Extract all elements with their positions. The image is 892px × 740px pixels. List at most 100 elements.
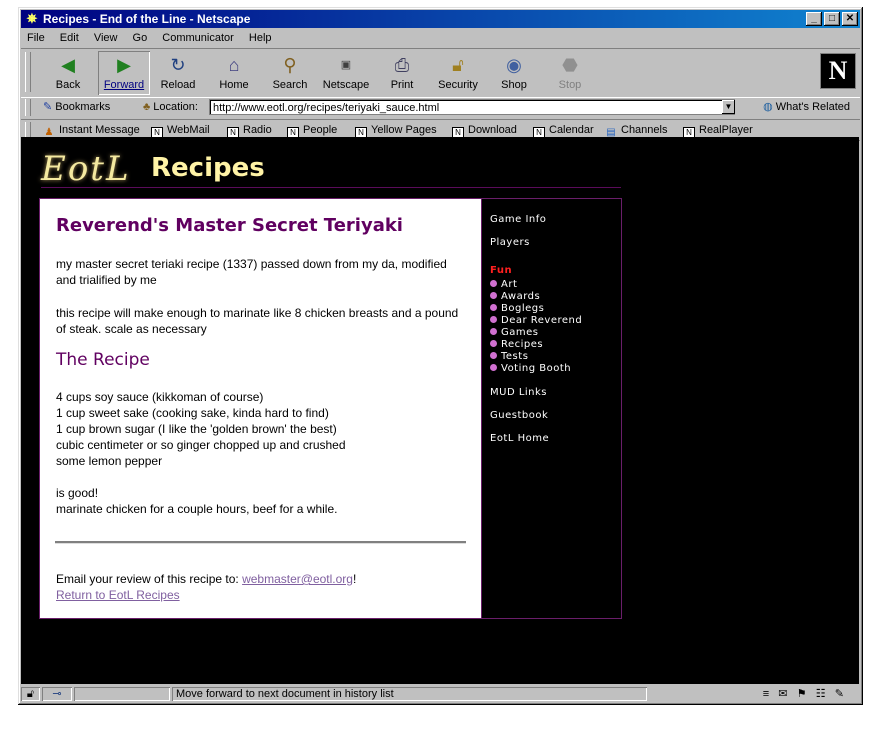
back-button[interactable]: ◀ Back [42, 51, 94, 95]
netscape-button[interactable]: ▣ Netscape [320, 51, 372, 95]
ingredient-line: 1 cup brown sugar (I like the 'golden br… [56, 422, 337, 436]
close-button[interactable]: ✕ [842, 12, 858, 26]
reload-icon: ↻ [170, 55, 186, 75]
sidebar-nav: Game Info Players Fun Art Awards Boglegs… [481, 198, 622, 619]
address-book-icon[interactable]: ☷ [816, 688, 826, 700]
nav-art[interactable]: Art [490, 279, 582, 291]
recipe-panel: Reverend's Master Secret Teriyaki my mas… [39, 198, 482, 619]
closing-notes: is good! marinate chicken for a couple h… [56, 485, 466, 517]
email-line: Email your review of this recipe to: web… [56, 572, 357, 586]
navigation-toolbar: ◀ Back ▶ Forward ↻ Reload ⌂ Home ⚲ Searc… [21, 48, 860, 98]
recipe-heading: The Recipe [56, 350, 150, 370]
closing-line: marinate chicken for a couple hours, bee… [56, 502, 338, 516]
menu-go[interactable]: Go [133, 29, 148, 47]
back-line: Return to EotL Recipes [56, 588, 180, 602]
newsgroups-icon[interactable]: ⚑ [797, 688, 807, 700]
menu-file[interactable]: File [27, 29, 45, 47]
home-icon: ⌂ [228, 55, 240, 75]
closing-line: is good! [56, 486, 99, 500]
shop-button[interactable]: ◉ Shop [488, 51, 540, 95]
fun-submenu: Art Awards Boglegs Dear Reverend Games R… [490, 279, 582, 375]
nav-tests[interactable]: Tests [490, 351, 582, 363]
bullet-icon [490, 364, 497, 371]
bullet-icon [490, 316, 497, 323]
bullet-icon [490, 328, 497, 335]
menu-bar: File Edit View Go Communicator Help [21, 29, 860, 47]
location-dropdown-button[interactable]: ▼ [722, 100, 735, 114]
mail-icon[interactable]: ✉ [778, 688, 787, 700]
bullet-icon [490, 304, 497, 311]
nav-guestbook[interactable]: Guestbook [490, 410, 548, 421]
location-input[interactable]: http://www.eotl.org/recipes/teriyaki_sau… [209, 99, 735, 115]
netscape-logo[interactable]: N [820, 53, 856, 89]
home-button[interactable]: ⌂ Home [208, 51, 260, 95]
intro-paragraph-1: my master secret teriaki recipe (1337) p… [56, 257, 447, 287]
whats-related-button[interactable]: ◍ What's Related [763, 100, 850, 113]
nav-eotl-home[interactable]: EotL Home [490, 433, 549, 444]
bullet-icon [490, 352, 497, 359]
bookmarks-button[interactable]: ✎ Bookmarks [43, 100, 110, 113]
maximize-button[interactable]: □ [824, 12, 840, 26]
nav-players[interactable]: Players [490, 237, 530, 248]
return-to-recipes-link[interactable]: Return to EotL Recipes [56, 588, 180, 602]
navigator-icon[interactable]: ≡ [763, 688, 769, 700]
email-link[interactable]: webmaster@eotl.org [242, 572, 353, 586]
nav-awards[interactable]: Awards [490, 291, 582, 303]
menu-help[interactable]: Help [249, 29, 272, 47]
location-label: ♣ Location: [143, 101, 198, 113]
nav-recipes[interactable]: Recipes [490, 339, 582, 351]
reload-button[interactable]: ↻ Reload [152, 51, 204, 95]
related-icon: ◍ [763, 101, 773, 113]
component-bar: ≡ ✉ ⚑ ☷ ✎ [763, 687, 844, 700]
nav-games[interactable]: Games [490, 327, 582, 339]
status-bar: 🔓︎ ⊸ Move forward to next document in hi… [21, 686, 860, 703]
connection-status-icon: ⊸ [42, 687, 72, 701]
title-bar: ✵ Recipes - End of the Line - Netscape _… [21, 10, 860, 28]
bullet-icon [490, 292, 497, 299]
lock-icon: 🔓︎ [452, 55, 464, 75]
nav-dear-reverend[interactable]: Dear Reverend [490, 315, 582, 327]
ingredient-line: cubic centimeter or so ginger chopped up… [56, 438, 346, 452]
recipes-banner: Recipes [151, 153, 265, 183]
security-button[interactable]: 🔓︎ Security [432, 51, 484, 95]
menu-edit[interactable]: Edit [60, 29, 79, 47]
window-title: Recipes - End of the Line - Netscape [43, 12, 251, 26]
forward-button[interactable]: ▶ Forward [98, 51, 150, 95]
location-toolbar: ✎ Bookmarks ♣ Location: http://www.eotl.… [21, 97, 860, 120]
status-message: Move forward to next document in history… [172, 687, 647, 701]
intro-paragraph-2: this recipe will make enough to marinate… [56, 306, 459, 336]
minimize-button[interactable]: _ [806, 12, 822, 26]
ingredient-line: some lemon pepper [56, 454, 163, 468]
page-content: EotL Recipes Reverend's Master Secret Te… [21, 137, 859, 684]
nav-mud-links[interactable]: MUD Links [490, 387, 547, 398]
composer-icon[interactable]: ✎ [835, 688, 844, 700]
ingredients-list: 4 cups soy sauce (kikkoman of course) 1 … [56, 389, 466, 469]
location-grip[interactable] [25, 99, 31, 116]
header-divider [41, 187, 621, 188]
netscape-window-icon[interactable]: ✵ [24, 11, 40, 27]
nav-boglegs[interactable]: Boglegs [490, 303, 582, 315]
ingredient-line: 1 cup sweet sake (cooking sake, kinda ha… [56, 406, 329, 420]
nav-fun-label: Fun [490, 265, 513, 276]
menu-view[interactable]: View [94, 29, 118, 47]
print-button[interactable]: ⎙ Print [376, 51, 428, 95]
page-proxy-icon[interactable]: ♣ [143, 101, 150, 113]
security-status-icon[interactable]: 🔓︎ [21, 687, 40, 701]
nav-game-info[interactable]: Game Info [490, 214, 546, 225]
back-arrow-icon: ◀ [61, 55, 75, 75]
print-icon: ⎙ [394, 55, 410, 75]
bullet-icon [490, 340, 497, 347]
bullet-icon [490, 280, 497, 287]
horizontal-rule [55, 541, 466, 544]
stop-icon: ⬣ [562, 55, 578, 75]
personal-grip[interactable] [25, 122, 31, 137]
menu-communicator[interactable]: Communicator [162, 29, 234, 47]
search-icon: ⚲ [283, 55, 297, 75]
search-button[interactable]: ⚲ Search [264, 51, 316, 95]
stop-button[interactable]: ⬣ Stop [544, 51, 596, 95]
toolbar-grip[interactable] [25, 52, 31, 92]
progress-bar [74, 687, 170, 701]
netscape-icon: ▣ [340, 59, 352, 71]
recipe-title: Reverend's Master Secret Teriyaki [56, 215, 403, 236]
nav-voting-booth[interactable]: Voting Booth [490, 363, 582, 375]
